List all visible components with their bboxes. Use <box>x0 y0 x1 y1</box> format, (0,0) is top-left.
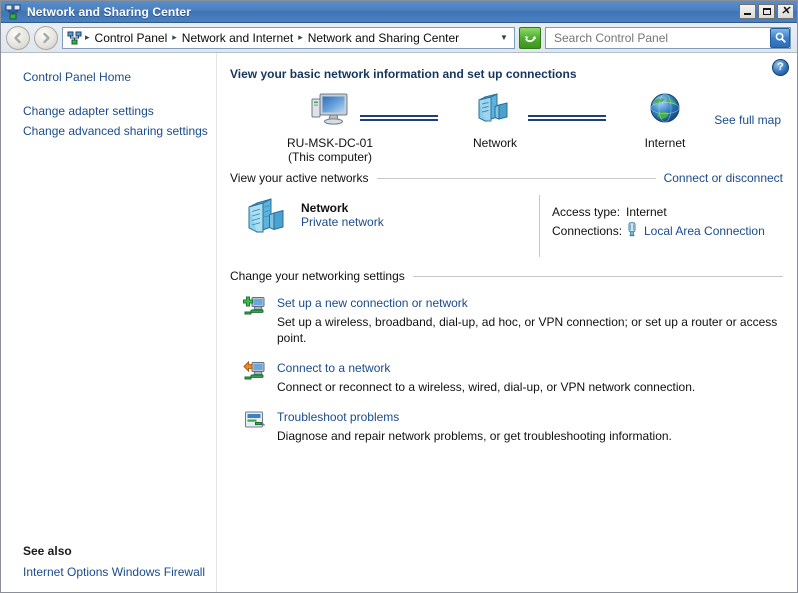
see-full-map-link[interactable]: See full map <box>714 113 781 127</box>
breadcrumb-separator-2[interactable]: ▸ <box>296 33 305 42</box>
see-also-section: See also Internet Options Windows Firewa… <box>1 544 216 592</box>
networking-settings-list: Set up a new connection or network Set u… <box>225 295 783 444</box>
detail-key-connections: Connections: <box>552 223 623 238</box>
globe-icon <box>643 93 687 132</box>
sidebar-item-control-panel-home[interactable]: Control Panel Home <box>1 67 216 87</box>
local-area-connection-link[interactable]: Local Area Connection <box>644 224 765 238</box>
network-servers-icon <box>243 195 291 242</box>
sidebar-item-change-advanced-sharing-settings[interactable]: Change advanced sharing settings <box>1 121 216 141</box>
map-node-internet[interactable]: Internet <box>610 91 720 150</box>
action-body: Set up a new connection or network Set u… <box>277 295 783 346</box>
detail-value-access-type: Internet <box>626 204 667 219</box>
map-link-computer-network <box>360 115 438 121</box>
active-network-type-link[interactable]: Private network <box>301 215 384 229</box>
new-connection-icon <box>243 295 269 321</box>
search-box[interactable] <box>545 26 791 49</box>
see-also-item-internet-options[interactable]: Internet Options <box>23 563 108 581</box>
action-title-connect-to-a-network[interactable]: Connect to a network <box>277 361 390 375</box>
action-desc-connect-to-a-network: Connect or reconnect to a wireless, wire… <box>277 380 696 394</box>
back-button[interactable] <box>6 25 30 50</box>
chevron-down-icon[interactable]: ▼ <box>496 33 512 42</box>
address-network-icon <box>67 30 83 46</box>
active-network-details: Access type: Internet Connections: Local… <box>540 195 765 261</box>
network-icon <box>5 4 21 20</box>
title-bar: Network and Sharing Center ✕ <box>1 1 797 23</box>
address-toolbar: ▸ Control Panel ▸ Network and Internet ▸… <box>1 23 797 53</box>
active-networks-rule <box>376 177 656 179</box>
map-node-computer[interactable]: RU-MSK-DC-01 (This computer) <box>275 91 385 164</box>
map-node-computer-label: RU-MSK-DC-01 <box>286 136 373 150</box>
breadcrumb-separator-0: ▸ <box>85 32 90 42</box>
breadcrumb-item-0[interactable]: Control Panel <box>92 29 171 47</box>
window-body: Control Panel Home Change adapter settin… <box>1 53 797 592</box>
window-controls: ✕ <box>739 4 794 19</box>
networking-settings-heading: Change your networking settings <box>230 269 405 283</box>
search-icon[interactable] <box>770 27 790 48</box>
networking-settings-header: Change your networking settings <box>225 269 783 283</box>
breadcrumb: ▸ Control Panel ▸ Network and Internet ▸… <box>83 29 496 47</box>
see-also-item-windows-firewall[interactable]: Windows Firewall <box>112 563 205 581</box>
action-troubleshoot-problems[interactable]: Troubleshoot problems Diagnose and repai… <box>243 409 783 444</box>
active-networks-heading: View your active networks <box>230 171 369 185</box>
network-sharing-center-window: Network and Sharing Center ✕ ▸ Control P… <box>0 0 798 593</box>
window-title: Network and Sharing Center <box>27 4 191 19</box>
network-servers-icon <box>473 93 517 132</box>
breadcrumb-separator-1[interactable]: ▸ <box>170 33 179 42</box>
detail-value-connections: Local Area Connection <box>626 221 765 240</box>
help-icon[interactable]: ? <box>772 59 789 76</box>
see-also-title: See also <box>23 544 72 558</box>
action-title-set-up-new-connection[interactable]: Set up a new connection or network <box>277 296 468 310</box>
maximize-button[interactable] <box>758 4 775 19</box>
address-bar[interactable]: ▸ Control Panel ▸ Network and Internet ▸… <box>62 26 515 49</box>
action-title-troubleshoot-problems[interactable]: Troubleshoot problems <box>277 410 399 424</box>
sidebar: Control Panel Home Change adapter settin… <box>1 53 217 592</box>
action-desc-troubleshoot-problems: Diagnose and repair network problems, or… <box>277 429 672 443</box>
active-network-name: Network <box>301 201 349 215</box>
search-input[interactable] <box>552 29 770 46</box>
sidebar-item-change-adapter-settings[interactable]: Change adapter settings <box>1 101 216 121</box>
action-desc-set-up-new-connection: Set up a wireless, broadband, dial-up, a… <box>277 315 778 345</box>
map-node-internet-label: Internet <box>644 136 686 150</box>
action-set-up-new-connection[interactable]: Set up a new connection or network Set u… <box>243 295 783 346</box>
action-body: Troubleshoot problems Diagnose and repai… <box>277 409 672 444</box>
detail-key-access-type: Access type: <box>552 204 621 219</box>
lan-plug-icon <box>626 221 638 240</box>
map-node-network-label: Network <box>472 136 517 150</box>
refresh-button[interactable] <box>519 26 541 49</box>
troubleshoot-icon <box>243 409 269 435</box>
close-button[interactable]: ✕ <box>777 4 794 19</box>
map-node-computer-sublabel: (This computer) <box>287 150 373 164</box>
connect-network-icon <box>243 360 269 386</box>
networking-settings-rule <box>412 275 783 277</box>
active-network-identity[interactable]: Network Private network <box>243 195 539 261</box>
detail-row-connections: Connections: Local Area Connection <box>552 221 765 240</box>
action-body: Connect to a network Connect or reconnec… <box>277 360 695 395</box>
breadcrumb-item-1[interactable]: Network and Internet <box>179 29 296 47</box>
active-network-text: Network Private network <box>301 195 384 229</box>
network-map: RU-MSK-DC-01 (This computer) Network Int… <box>225 91 783 164</box>
active-network-row: Network Private network Access type: Int… <box>225 195 783 261</box>
computer-icon <box>308 93 352 132</box>
minimize-button[interactable] <box>739 4 756 19</box>
breadcrumb-item-2[interactable]: Network and Sharing Center <box>305 29 462 47</box>
forward-button[interactable] <box>34 25 58 50</box>
connect-or-disconnect-link[interactable]: Connect or disconnect <box>664 171 783 185</box>
map-link-network-internet <box>528 115 606 121</box>
action-connect-to-a-network[interactable]: Connect to a network Connect or reconnec… <box>243 360 783 395</box>
page-title: View your basic network information and … <box>230 67 577 81</box>
main-content: ? View your basic network information an… <box>217 53 797 592</box>
detail-row-access-type: Access type: Internet <box>552 202 765 221</box>
active-networks-header: View your active networks Connect or dis… <box>225 171 783 185</box>
